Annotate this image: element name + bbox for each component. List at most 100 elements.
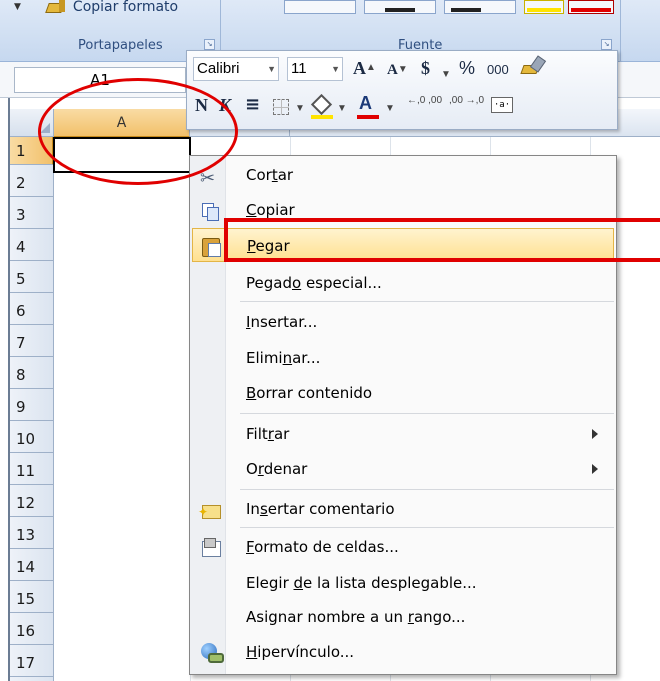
row-header[interactable]: 14 — [10, 553, 54, 581]
font-control[interactable] — [364, 0, 436, 14]
menu-item-label: Elegir — [246, 574, 294, 592]
menu-item-label: opiar — [256, 201, 295, 219]
menu-item-label: orrar contenido — [256, 384, 373, 402]
menu-item-label: Cor — [246, 166, 272, 184]
menu-item-mnemonic: F — [246, 538, 255, 556]
shrink-font-icon: A — [387, 62, 398, 78]
currency-button[interactable]: $ — [421, 56, 430, 80]
align-center-button[interactable]: ≡ — [245, 93, 260, 117]
menu-item-label: ango... — [413, 608, 466, 626]
grow-font-button[interactable]: A▲ — [353, 56, 376, 80]
menu-item-mnemonic: H — [246, 643, 258, 661]
menu-item-mnemonic: d — [293, 574, 304, 592]
format-painter-icon[interactable] — [521, 57, 545, 77]
row-header[interactable]: 2 — [10, 169, 54, 197]
menu-item-borrar-contenido[interactable]: Borrar contenido — [192, 376, 614, 410]
shrink-font-button[interactable]: A▼ — [387, 58, 408, 82]
menu-item-label: ar — [273, 425, 290, 443]
menu-item-asignar-nombre[interactable]: Asignar nombre a un rango... — [192, 600, 614, 634]
dialog-launcher-icon[interactable]: ↘ — [204, 39, 215, 50]
menu-item-elegir-lista[interactable]: Elegir de la lista desplegable... — [192, 566, 614, 600]
font-size-select[interactable]: 11 ▼ — [287, 57, 343, 81]
menu-item-label: Asignar nombre a un — [246, 608, 408, 626]
menu-item-label: ar... — [292, 349, 321, 367]
row-header[interactable]: 15 — [10, 585, 54, 613]
chevron-down-icon[interactable]: ▼ — [295, 97, 305, 121]
format-painter-icon — [45, 0, 67, 14]
chevron-down-icon[interactable]: ▼ — [331, 58, 340, 80]
menu-item-label: ormato de celdas... — [254, 538, 399, 556]
menu-item-label: Elimi — [246, 349, 283, 367]
ribbon-divider — [620, 0, 621, 62]
row-header[interactable]: 3 — [10, 201, 54, 229]
highlight-color-swatch[interactable] — [524, 0, 564, 14]
menu-item-label: nsertar... — [250, 313, 318, 331]
row-header[interactable]: 17 — [10, 649, 54, 677]
row-header[interactable]: 6 — [10, 297, 54, 325]
menu-item-mnemonic: n — [282, 349, 293, 367]
menu-item-insertar[interactable]: Insertar... — [192, 305, 614, 339]
thousands-button[interactable]: 000 — [487, 58, 509, 82]
chevron-down-icon[interactable]: ▼ — [385, 97, 395, 121]
row-header[interactable]: 10 — [10, 425, 54, 453]
paste-icon — [201, 236, 221, 257]
chevron-down-icon[interactable]: ▼ — [267, 58, 276, 80]
row-header[interactable]: 9 — [10, 393, 54, 421]
font-control[interactable] — [444, 0, 516, 14]
font-color-swatch[interactable] — [568, 0, 614, 14]
fill-color-icon[interactable] — [311, 97, 331, 113]
menu-item-pegado-especial[interactable]: Pegado especial... — [192, 266, 614, 300]
menu-item-formato-celdas[interactable]: Formato de celdas... — [192, 530, 614, 564]
row-header[interactable]: 13 — [10, 521, 54, 549]
menu-item-label: ar — [277, 166, 294, 184]
font-name-select[interactable]: Calibri ▼ — [193, 57, 279, 81]
row-header[interactable]: 12 — [10, 489, 54, 517]
menu-item-mnemonic: o — [291, 274, 302, 292]
row-header[interactable]: 7 — [10, 329, 54, 357]
font-color-bar — [357, 115, 379, 119]
dropdown-arrow-icon[interactable]: ▼ — [14, 2, 21, 12]
font-group-controls — [268, 0, 618, 16]
row-header[interactable]: 4 — [10, 233, 54, 261]
menu-item-mnemonic: s — [259, 500, 268, 518]
clipboard-group-label: Portapapeles — [78, 38, 163, 53]
increase-decimal-button[interactable]: ←,0 ,00 — [407, 95, 447, 106]
annotation-rectangle — [224, 218, 660, 262]
chevron-down-icon[interactable]: ▼ — [441, 63, 451, 87]
menu-item-mnemonic: C — [246, 201, 257, 219]
row-header[interactable]: 8 — [10, 361, 54, 389]
insert-comment-icon — [198, 495, 221, 529]
dialog-launcher-icon[interactable]: ↘ — [601, 39, 612, 50]
submenu-arrow-icon — [592, 464, 598, 474]
copy-format-button[interactable]: ▼ Copiar formato — [14, 0, 178, 20]
font-color-button[interactable]: A — [359, 91, 372, 115]
menu-item-label: especial... — [301, 274, 382, 292]
hyperlink-icon — [200, 642, 224, 663]
row-header[interactable]: 11 — [10, 457, 54, 485]
menu-item-hipervinculo[interactable]: Hipervínculo... — [192, 635, 614, 669]
mini-toolbar: Calibri ▼ 11 ▼ A▲ A▼ $ ▼ % 000 N K ≡ ▼ ▼… — [186, 50, 618, 130]
menu-separator — [240, 301, 614, 302]
menu-item-eliminar[interactable]: Eliminar... — [192, 341, 614, 375]
chevron-down-icon[interactable]: ▼ — [337, 97, 347, 121]
copy-icon — [200, 200, 220, 221]
menu-item-label: Pegad — [246, 274, 292, 292]
menu-separator — [240, 527, 614, 528]
menu-item-label: ertar comentario — [267, 500, 395, 518]
thousands-icon: 000 — [487, 62, 509, 77]
decrease-decimal-button[interactable]: ,00 →,0 — [449, 95, 489, 106]
font-control[interactable] — [284, 0, 356, 14]
row-header[interactable]: 5 — [10, 265, 54, 293]
menu-item-label: ipervínculo... — [257, 643, 355, 661]
fill-color-bar — [311, 115, 333, 119]
menu-item-insertar-comentario[interactable]: Insertar comentario — [192, 492, 614, 529]
grow-font-icon: A — [353, 58, 366, 78]
percent-button[interactable]: % — [459, 56, 475, 80]
menu-item-ordenar[interactable]: Ordenar — [192, 452, 614, 486]
merge-cells-icon[interactable]: ·a· — [491, 97, 513, 113]
menu-item-cortar[interactable]: Cortar — [192, 158, 614, 196]
menu-item-filtrar[interactable]: Filtrar — [192, 417, 614, 451]
row-header[interactable]: 16 — [10, 617, 54, 645]
menu-item-label: denar — [263, 460, 308, 478]
borders-icon[interactable] — [273, 99, 289, 115]
